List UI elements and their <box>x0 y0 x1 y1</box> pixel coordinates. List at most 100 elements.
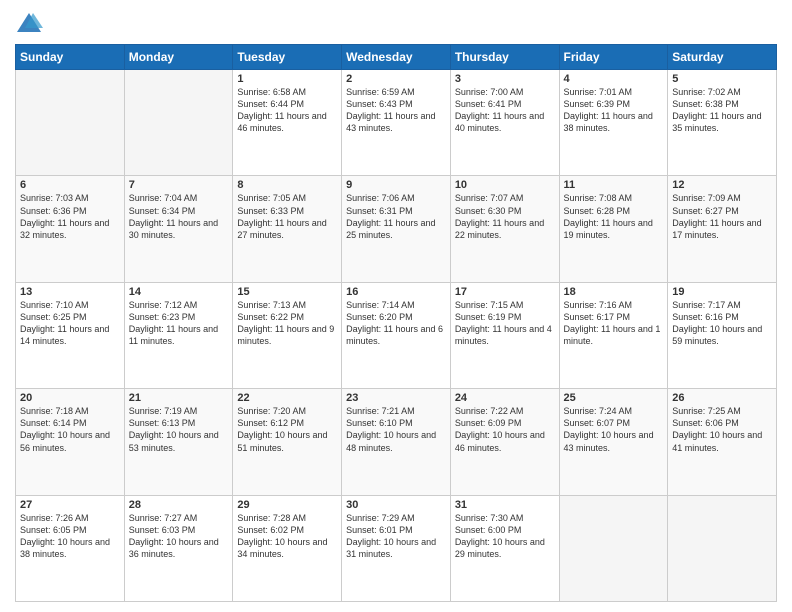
day-number: 28 <box>129 499 229 511</box>
day-number: 24 <box>455 392 555 404</box>
day-info: Sunrise: 7:27 AM Sunset: 6:03 PM Dayligh… <box>129 512 229 561</box>
day-info: Sunrise: 6:59 AM Sunset: 6:43 PM Dayligh… <box>346 86 446 135</box>
day-number: 6 <box>20 179 120 191</box>
calendar-cell: 9Sunrise: 7:06 AM Sunset: 6:31 PM Daylig… <box>342 176 451 282</box>
calendar-cell: 11Sunrise: 7:08 AM Sunset: 6:28 PM Dayli… <box>559 176 668 282</box>
day-info: Sunrise: 7:09 AM Sunset: 6:27 PM Dayligh… <box>672 192 772 241</box>
weekday-header-sunday: Sunday <box>16 45 125 70</box>
day-number: 15 <box>237 286 337 298</box>
weekday-header-row: SundayMondayTuesdayWednesdayThursdayFrid… <box>16 45 777 70</box>
calendar-cell: 22Sunrise: 7:20 AM Sunset: 6:12 PM Dayli… <box>233 389 342 495</box>
day-number: 30 <box>346 499 446 511</box>
calendar-cell: 26Sunrise: 7:25 AM Sunset: 6:06 PM Dayli… <box>668 389 777 495</box>
logo-icon <box>15 10 43 38</box>
calendar-cell: 8Sunrise: 7:05 AM Sunset: 6:33 PM Daylig… <box>233 176 342 282</box>
day-info: Sunrise: 7:28 AM Sunset: 6:02 PM Dayligh… <box>237 512 337 561</box>
calendar-cell: 21Sunrise: 7:19 AM Sunset: 6:13 PM Dayli… <box>124 389 233 495</box>
day-info: Sunrise: 7:02 AM Sunset: 6:38 PM Dayligh… <box>672 86 772 135</box>
weekday-header-saturday: Saturday <box>668 45 777 70</box>
day-info: Sunrise: 7:22 AM Sunset: 6:09 PM Dayligh… <box>455 405 555 454</box>
day-info: Sunrise: 7:05 AM Sunset: 6:33 PM Dayligh… <box>237 192 337 241</box>
calendar-cell: 19Sunrise: 7:17 AM Sunset: 6:16 PM Dayli… <box>668 282 777 388</box>
day-info: Sunrise: 7:17 AM Sunset: 6:16 PM Dayligh… <box>672 299 772 348</box>
calendar-cell <box>16 70 125 176</box>
calendar-cell: 18Sunrise: 7:16 AM Sunset: 6:17 PM Dayli… <box>559 282 668 388</box>
day-info: Sunrise: 7:08 AM Sunset: 6:28 PM Dayligh… <box>564 192 664 241</box>
page: SundayMondayTuesdayWednesdayThursdayFrid… <box>0 0 792 612</box>
calendar-cell: 25Sunrise: 7:24 AM Sunset: 6:07 PM Dayli… <box>559 389 668 495</box>
day-info: Sunrise: 7:01 AM Sunset: 6:39 PM Dayligh… <box>564 86 664 135</box>
day-info: Sunrise: 7:30 AM Sunset: 6:00 PM Dayligh… <box>455 512 555 561</box>
calendar-table: SundayMondayTuesdayWednesdayThursdayFrid… <box>15 44 777 602</box>
day-number: 1 <box>237 73 337 85</box>
logo <box>15 10 45 38</box>
calendar-cell <box>559 495 668 601</box>
day-number: 18 <box>564 286 664 298</box>
weekday-header-wednesday: Wednesday <box>342 45 451 70</box>
day-info: Sunrise: 7:13 AM Sunset: 6:22 PM Dayligh… <box>237 299 337 348</box>
calendar-cell: 17Sunrise: 7:15 AM Sunset: 6:19 PM Dayli… <box>450 282 559 388</box>
week-row-2: 6Sunrise: 7:03 AM Sunset: 6:36 PM Daylig… <box>16 176 777 282</box>
day-info: Sunrise: 7:26 AM Sunset: 6:05 PM Dayligh… <box>20 512 120 561</box>
calendar-cell: 7Sunrise: 7:04 AM Sunset: 6:34 PM Daylig… <box>124 176 233 282</box>
day-info: Sunrise: 7:10 AM Sunset: 6:25 PM Dayligh… <box>20 299 120 348</box>
day-info: Sunrise: 7:16 AM Sunset: 6:17 PM Dayligh… <box>564 299 664 348</box>
weekday-header-thursday: Thursday <box>450 45 559 70</box>
day-info: Sunrise: 7:15 AM Sunset: 6:19 PM Dayligh… <box>455 299 555 348</box>
day-number: 5 <box>672 73 772 85</box>
day-number: 12 <box>672 179 772 191</box>
day-number: 11 <box>564 179 664 191</box>
day-number: 17 <box>455 286 555 298</box>
day-number: 26 <box>672 392 772 404</box>
day-number: 21 <box>129 392 229 404</box>
day-number: 23 <box>346 392 446 404</box>
calendar-cell <box>124 70 233 176</box>
calendar-cell: 31Sunrise: 7:30 AM Sunset: 6:00 PM Dayli… <box>450 495 559 601</box>
day-number: 31 <box>455 499 555 511</box>
calendar-cell: 3Sunrise: 7:00 AM Sunset: 6:41 PM Daylig… <box>450 70 559 176</box>
day-info: Sunrise: 7:21 AM Sunset: 6:10 PM Dayligh… <box>346 405 446 454</box>
calendar-cell: 2Sunrise: 6:59 AM Sunset: 6:43 PM Daylig… <box>342 70 451 176</box>
day-info: Sunrise: 7:12 AM Sunset: 6:23 PM Dayligh… <box>129 299 229 348</box>
day-info: Sunrise: 7:25 AM Sunset: 6:06 PM Dayligh… <box>672 405 772 454</box>
day-info: Sunrise: 6:58 AM Sunset: 6:44 PM Dayligh… <box>237 86 337 135</box>
day-number: 27 <box>20 499 120 511</box>
day-number: 25 <box>564 392 664 404</box>
calendar-cell: 30Sunrise: 7:29 AM Sunset: 6:01 PM Dayli… <box>342 495 451 601</box>
weekday-header-tuesday: Tuesday <box>233 45 342 70</box>
week-row-4: 20Sunrise: 7:18 AM Sunset: 6:14 PM Dayli… <box>16 389 777 495</box>
calendar-cell: 27Sunrise: 7:26 AM Sunset: 6:05 PM Dayli… <box>16 495 125 601</box>
day-number: 10 <box>455 179 555 191</box>
calendar-cell: 12Sunrise: 7:09 AM Sunset: 6:27 PM Dayli… <box>668 176 777 282</box>
calendar-cell: 29Sunrise: 7:28 AM Sunset: 6:02 PM Dayli… <box>233 495 342 601</box>
day-number: 4 <box>564 73 664 85</box>
day-info: Sunrise: 7:14 AM Sunset: 6:20 PM Dayligh… <box>346 299 446 348</box>
calendar-cell: 13Sunrise: 7:10 AM Sunset: 6:25 PM Dayli… <box>16 282 125 388</box>
calendar-cell: 14Sunrise: 7:12 AM Sunset: 6:23 PM Dayli… <box>124 282 233 388</box>
day-info: Sunrise: 7:20 AM Sunset: 6:12 PM Dayligh… <box>237 405 337 454</box>
day-number: 9 <box>346 179 446 191</box>
day-info: Sunrise: 7:18 AM Sunset: 6:14 PM Dayligh… <box>20 405 120 454</box>
day-info: Sunrise: 7:07 AM Sunset: 6:30 PM Dayligh… <box>455 192 555 241</box>
weekday-header-monday: Monday <box>124 45 233 70</box>
header <box>15 10 777 38</box>
day-number: 8 <box>237 179 337 191</box>
day-info: Sunrise: 7:06 AM Sunset: 6:31 PM Dayligh… <box>346 192 446 241</box>
calendar-cell <box>668 495 777 601</box>
calendar-cell: 24Sunrise: 7:22 AM Sunset: 6:09 PM Dayli… <box>450 389 559 495</box>
week-row-1: 1Sunrise: 6:58 AM Sunset: 6:44 PM Daylig… <box>16 70 777 176</box>
week-row-3: 13Sunrise: 7:10 AM Sunset: 6:25 PM Dayli… <box>16 282 777 388</box>
day-info: Sunrise: 7:29 AM Sunset: 6:01 PM Dayligh… <box>346 512 446 561</box>
day-info: Sunrise: 7:19 AM Sunset: 6:13 PM Dayligh… <box>129 405 229 454</box>
day-info: Sunrise: 7:00 AM Sunset: 6:41 PM Dayligh… <box>455 86 555 135</box>
calendar-cell: 20Sunrise: 7:18 AM Sunset: 6:14 PM Dayli… <box>16 389 125 495</box>
day-info: Sunrise: 7:24 AM Sunset: 6:07 PM Dayligh… <box>564 405 664 454</box>
calendar-cell: 15Sunrise: 7:13 AM Sunset: 6:22 PM Dayli… <box>233 282 342 388</box>
calendar-cell: 28Sunrise: 7:27 AM Sunset: 6:03 PM Dayli… <box>124 495 233 601</box>
day-number: 16 <box>346 286 446 298</box>
day-number: 29 <box>237 499 337 511</box>
day-number: 3 <box>455 73 555 85</box>
day-number: 14 <box>129 286 229 298</box>
day-number: 19 <box>672 286 772 298</box>
day-number: 22 <box>237 392 337 404</box>
